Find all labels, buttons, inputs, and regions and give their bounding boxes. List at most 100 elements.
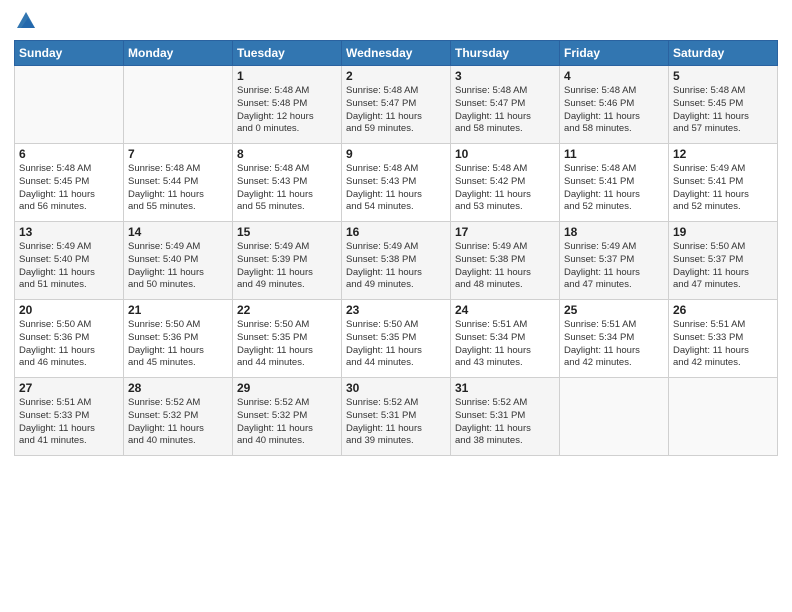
calendar-cell: 26 Sunrise: 5:51 AM Sunset: 5:33 PM Dayli…: [669, 300, 778, 378]
day-number: 18: [564, 225, 664, 239]
day-number: 10: [455, 147, 555, 161]
day-number: 31: [455, 381, 555, 395]
day-number: 22: [237, 303, 337, 317]
day-number: 29: [237, 381, 337, 395]
week-row-3: 13Sunrise: 5:49 AM Sunset: 5:40 PM Dayli…: [15, 222, 778, 300]
day-number: 27: [19, 381, 119, 395]
day-info: Sunrise: 5:49 AM Sunset: 5:40 PM Dayligh…: [128, 241, 228, 292]
day-info: Sunrise: 5:52 AM Sunset: 5:32 PM Dayligh…: [128, 397, 228, 448]
day-number: 19: [673, 225, 773, 239]
day-number: 2: [346, 69, 446, 83]
day-info: Sunrise: 5:49 AM Sunset: 5:41 PM Dayligh…: [673, 163, 773, 214]
col-header-friday: Friday: [560, 41, 669, 66]
col-header-tuesday: Tuesday: [233, 41, 342, 66]
week-row-2: 6 Sunrise: 5:48 AM Sunset: 5:45 PM Daylig…: [15, 144, 778, 222]
calendar-cell: 14 Sunrise: 5:49 AM Sunset: 5:40 PM Dayli…: [124, 222, 233, 300]
day-number: 28: [128, 381, 228, 395]
day-number: 20: [19, 303, 119, 317]
day-number: 21: [128, 303, 228, 317]
day-info: Sunrise: 5:51 AM Sunset: 5:33 PM Dayligh…: [673, 319, 773, 370]
calendar-cell: 25 Sunrise: 5:51 AM Sunset: 5:34 PM Dayli…: [560, 300, 669, 378]
col-header-thursday: Thursday: [451, 41, 560, 66]
calendar-cell: 10 Sunrise: 5:48 AM Sunset: 5:42 PM Dayli…: [451, 144, 560, 222]
day-info: Sunrise: 5:50 AM Sunset: 5:36 PM Dayligh…: [128, 319, 228, 370]
calendar-table: SundayMondayTuesdayWednesdayThursdayFrid…: [14, 40, 778, 456]
calendar-cell: 20Sunrise: 5:50 AM Sunset: 5:36 PM Dayli…: [15, 300, 124, 378]
day-number: 25: [564, 303, 664, 317]
day-number: 12: [673, 147, 773, 161]
col-header-saturday: Saturday: [669, 41, 778, 66]
day-info: Sunrise: 5:48 AM Sunset: 5:42 PM Dayligh…: [455, 163, 555, 214]
calendar-cell: 5 Sunrise: 5:48 AM Sunset: 5:45 PM Daylig…: [669, 66, 778, 144]
day-info: Sunrise: 5:49 AM Sunset: 5:40 PM Dayligh…: [19, 241, 119, 292]
day-info: Sunrise: 5:51 AM Sunset: 5:34 PM Dayligh…: [455, 319, 555, 370]
day-info: Sunrise: 5:49 AM Sunset: 5:38 PM Dayligh…: [346, 241, 446, 292]
day-number: 9: [346, 147, 446, 161]
calendar-cell: 19Sunrise: 5:50 AM Sunset: 5:37 PM Dayli…: [669, 222, 778, 300]
day-number: 15: [237, 225, 337, 239]
calendar-cell: 17 Sunrise: 5:49 AM Sunset: 5:38 PM Dayli…: [451, 222, 560, 300]
calendar-cell: [560, 378, 669, 456]
day-number: 8: [237, 147, 337, 161]
col-header-monday: Monday: [124, 41, 233, 66]
week-row-1: 1Sunrise: 5:48 AM Sunset: 5:48 PM Daylig…: [15, 66, 778, 144]
logo-icon: [15, 10, 37, 32]
day-info: Sunrise: 5:51 AM Sunset: 5:33 PM Dayligh…: [19, 397, 119, 448]
calendar-cell: 11Sunrise: 5:48 AM Sunset: 5:41 PM Dayli…: [560, 144, 669, 222]
day-info: Sunrise: 5:49 AM Sunset: 5:37 PM Dayligh…: [564, 241, 664, 292]
day-number: 23: [346, 303, 446, 317]
day-number: 24: [455, 303, 555, 317]
calendar-cell: 28 Sunrise: 5:52 AM Sunset: 5:32 PM Dayli…: [124, 378, 233, 456]
day-info: Sunrise: 5:48 AM Sunset: 5:41 PM Dayligh…: [564, 163, 664, 214]
day-info: Sunrise: 5:48 AM Sunset: 5:43 PM Dayligh…: [237, 163, 337, 214]
day-number: 5: [673, 69, 773, 83]
calendar-cell: 27 Sunrise: 5:51 AM Sunset: 5:33 PM Dayli…: [15, 378, 124, 456]
col-header-sunday: Sunday: [15, 41, 124, 66]
calendar-cell: 9 Sunrise: 5:48 AM Sunset: 5:43 PM Daylig…: [342, 144, 451, 222]
day-number: 30: [346, 381, 446, 395]
day-info: Sunrise: 5:49 AM Sunset: 5:38 PM Dayligh…: [455, 241, 555, 292]
day-number: 16: [346, 225, 446, 239]
calendar-cell: 21 Sunrise: 5:50 AM Sunset: 5:36 PM Dayli…: [124, 300, 233, 378]
calendar-cell: 30 Sunrise: 5:52 AM Sunset: 5:31 PM Dayli…: [342, 378, 451, 456]
day-info: Sunrise: 5:48 AM Sunset: 5:44 PM Dayligh…: [128, 163, 228, 214]
page: SundayMondayTuesdayWednesdayThursdayFrid…: [0, 0, 792, 612]
calendar-cell: 2 Sunrise: 5:48 AM Sunset: 5:47 PM Daylig…: [342, 66, 451, 144]
calendar-cell: 15 Sunrise: 5:49 AM Sunset: 5:39 PM Dayli…: [233, 222, 342, 300]
day-info: Sunrise: 5:49 AM Sunset: 5:39 PM Dayligh…: [237, 241, 337, 292]
day-number: 7: [128, 147, 228, 161]
calendar-cell: 29 Sunrise: 5:52 AM Sunset: 5:32 PM Dayli…: [233, 378, 342, 456]
day-number: 3: [455, 69, 555, 83]
day-info: Sunrise: 5:48 AM Sunset: 5:47 PM Dayligh…: [455, 85, 555, 136]
day-info: Sunrise: 5:48 AM Sunset: 5:46 PM Dayligh…: [564, 85, 664, 136]
day-info: Sunrise: 5:50 AM Sunset: 5:35 PM Dayligh…: [237, 319, 337, 370]
day-info: Sunrise: 5:48 AM Sunset: 5:43 PM Dayligh…: [346, 163, 446, 214]
day-info: Sunrise: 5:52 AM Sunset: 5:32 PM Dayligh…: [237, 397, 337, 448]
day-number: 6: [19, 147, 119, 161]
day-info: Sunrise: 5:50 AM Sunset: 5:35 PM Dayligh…: [346, 319, 446, 370]
day-number: 26: [673, 303, 773, 317]
calendar-cell: 18 Sunrise: 5:49 AM Sunset: 5:37 PM Dayli…: [560, 222, 669, 300]
calendar-cell: 24 Sunrise: 5:51 AM Sunset: 5:34 PM Dayli…: [451, 300, 560, 378]
calendar-cell: [124, 66, 233, 144]
day-number: 17: [455, 225, 555, 239]
day-info: Sunrise: 5:48 AM Sunset: 5:47 PM Dayligh…: [346, 85, 446, 136]
day-number: 4: [564, 69, 664, 83]
day-info: Sunrise: 5:52 AM Sunset: 5:31 PM Dayligh…: [346, 397, 446, 448]
header-row: SundayMondayTuesdayWednesdayThursdayFrid…: [15, 41, 778, 66]
calendar-cell: 22 Sunrise: 5:50 AM Sunset: 5:35 PM Dayli…: [233, 300, 342, 378]
day-info: Sunrise: 5:48 AM Sunset: 5:45 PM Dayligh…: [19, 163, 119, 214]
calendar-cell: [15, 66, 124, 144]
calendar-cell: 4 Sunrise: 5:48 AM Sunset: 5:46 PM Daylig…: [560, 66, 669, 144]
day-info: Sunrise: 5:51 AM Sunset: 5:34 PM Dayligh…: [564, 319, 664, 370]
calendar-cell: 13Sunrise: 5:49 AM Sunset: 5:40 PM Dayli…: [15, 222, 124, 300]
day-info: Sunrise: 5:48 AM Sunset: 5:45 PM Dayligh…: [673, 85, 773, 136]
calendar-cell: 8 Sunrise: 5:48 AM Sunset: 5:43 PM Daylig…: [233, 144, 342, 222]
calendar-cell: 1Sunrise: 5:48 AM Sunset: 5:48 PM Daylig…: [233, 66, 342, 144]
calendar-cell: 23 Sunrise: 5:50 AM Sunset: 5:35 PM Dayli…: [342, 300, 451, 378]
logo: [14, 10, 37, 32]
col-header-wednesday: Wednesday: [342, 41, 451, 66]
calendar-cell: 3 Sunrise: 5:48 AM Sunset: 5:47 PM Daylig…: [451, 66, 560, 144]
day-number: 14: [128, 225, 228, 239]
day-info: Sunrise: 5:52 AM Sunset: 5:31 PM Dayligh…: [455, 397, 555, 448]
